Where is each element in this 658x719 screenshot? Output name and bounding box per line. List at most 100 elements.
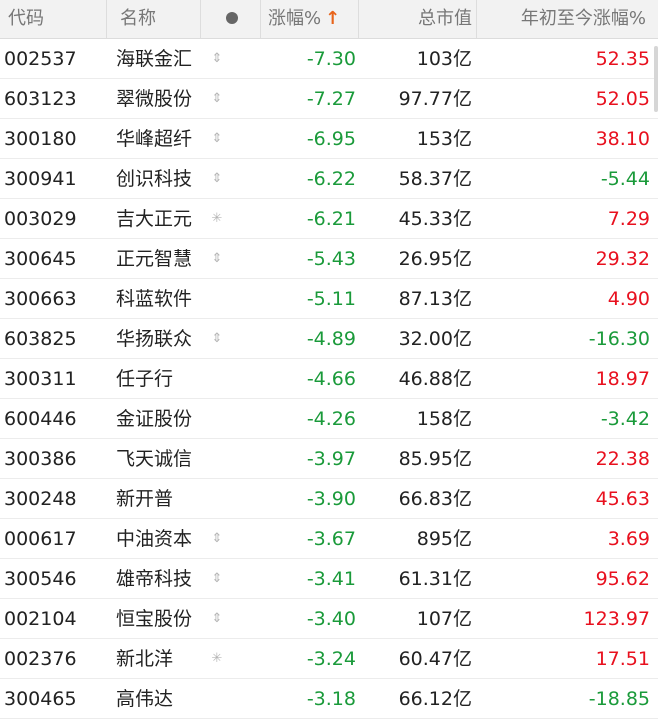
column-header-cap[interactable]: 总市值 bbox=[418, 0, 472, 38]
ytd-change-percent: 17.51 bbox=[595, 648, 650, 670]
ytd-change-percent: 7.29 bbox=[607, 208, 650, 230]
market-cap: 153亿 bbox=[416, 128, 472, 150]
market-cap: 45.33亿 bbox=[398, 208, 472, 230]
stock-code: 300386 bbox=[4, 448, 77, 470]
stock-name: 金证股份 bbox=[116, 408, 193, 430]
ytd-change-percent: 4.90 bbox=[607, 288, 650, 310]
market-cap: 58.37亿 bbox=[398, 168, 472, 190]
ytd-change-percent: 18.97 bbox=[595, 368, 650, 390]
table-row[interactable]: 002537 海联金汇 ⇕ -7.30 103亿 52.35 bbox=[0, 39, 658, 79]
table-row[interactable]: 300645 正元智慧 ⇕ -5.43 26.95亿 29.32 bbox=[0, 239, 658, 279]
change-percent: -6.21 bbox=[306, 208, 356, 230]
stock-code: 600446 bbox=[4, 408, 77, 430]
stock-name: 飞天诚信 bbox=[116, 448, 193, 470]
change-percent: -3.67 bbox=[306, 528, 356, 550]
change-percent: -6.95 bbox=[306, 128, 356, 150]
ytd-change-percent: 29.32 bbox=[595, 248, 650, 270]
ytd-change-percent: -16.30 bbox=[588, 328, 650, 350]
updown-arrow-icon: ⇕ bbox=[211, 571, 223, 586]
stock-code: 003029 bbox=[4, 208, 77, 230]
change-percent: -3.90 bbox=[306, 488, 356, 510]
table-row[interactable]: 603825 华扬联众 ⇕ -4.89 32.00亿 -16.30 bbox=[0, 319, 658, 359]
table-body: 002537 海联金汇 ⇕ -7.30 103亿 52.35 603123 翠微股份 ⇕ -7.2… bbox=[0, 39, 658, 719]
table-row[interactable]: 002104 恒宝股份 ⇕ -3.40 107亿 123.97 bbox=[0, 599, 658, 639]
stock-name: 新开普 bbox=[116, 488, 174, 510]
table-row[interactable]: 600446 金证股份 -4.26 158亿 -3.42 bbox=[0, 399, 658, 439]
change-percent: -7.30 bbox=[306, 48, 356, 70]
market-cap: 107亿 bbox=[416, 608, 472, 630]
ytd-change-percent: -5.44 bbox=[600, 168, 650, 190]
updown-arrow-icon: ⇕ bbox=[211, 251, 223, 266]
updown-arrow-icon: ⇕ bbox=[211, 171, 223, 186]
change-percent: -5.43 bbox=[306, 248, 356, 270]
market-cap: 46.88亿 bbox=[398, 368, 472, 390]
market-cap: 895亿 bbox=[416, 528, 472, 550]
column-divider bbox=[106, 0, 107, 38]
column-header-name-label: 名称 bbox=[120, 8, 156, 29]
ytd-change-percent: 52.05 bbox=[595, 88, 650, 110]
change-percent: -4.66 bbox=[306, 368, 356, 390]
stock-code: 300311 bbox=[4, 368, 77, 390]
market-cap: 158亿 bbox=[416, 408, 472, 430]
column-header-ytd[interactable]: 年初至今涨幅% bbox=[521, 0, 646, 38]
table-row[interactable]: 300465 高伟达 -3.18 66.12亿 -18.85 bbox=[0, 679, 658, 719]
table-row[interactable]: 003029 吉大正元 ✳ -6.21 45.33亿 7.29 bbox=[0, 199, 658, 239]
updown-arrow-icon: ⇕ bbox=[211, 91, 223, 106]
table-row[interactable]: 000617 中油资本 ⇕ -3.67 895亿 3.69 bbox=[0, 519, 658, 559]
table-row[interactable]: 300386 飞天诚信 -3.97 85.95亿 22.38 bbox=[0, 439, 658, 479]
column-divider bbox=[476, 0, 477, 38]
stock-name: 华扬联众 bbox=[116, 328, 193, 350]
table-row[interactable]: 300663 科蓝软件 -5.11 87.13亿 4.90 bbox=[0, 279, 658, 319]
change-percent: -3.24 bbox=[306, 648, 356, 670]
table-row[interactable]: 603123 翠微股份 ⇕ -7.27 97.77亿 52.05 bbox=[0, 79, 658, 119]
column-divider bbox=[260, 0, 261, 38]
market-cap: 32.00亿 bbox=[398, 328, 472, 350]
market-cap: 97.77亿 bbox=[398, 88, 472, 110]
ytd-change-percent: 45.63 bbox=[595, 488, 650, 510]
change-percent: -4.26 bbox=[306, 408, 356, 430]
change-percent: -3.40 bbox=[306, 608, 356, 630]
vertical-scrollbar[interactable] bbox=[654, 46, 658, 112]
column-header-flag[interactable] bbox=[226, 0, 238, 38]
stock-name: 海联金汇 bbox=[116, 48, 193, 70]
column-header-change-label: 涨幅% bbox=[268, 8, 322, 29]
market-cap: 60.47亿 bbox=[398, 648, 472, 670]
stock-name: 雄帝科技 bbox=[116, 568, 193, 590]
ytd-change-percent: 52.35 bbox=[595, 48, 650, 70]
market-cap: 85.95亿 bbox=[398, 448, 472, 470]
updown-arrow-icon: ⇕ bbox=[211, 131, 223, 146]
change-percent: -7.27 bbox=[306, 88, 356, 110]
table-row[interactable]: 300248 新开普 -3.90 66.83亿 45.63 bbox=[0, 479, 658, 519]
table-header: 代码 名称 涨幅% ↑ 总市值 年初至今涨幅% bbox=[0, 0, 658, 39]
stock-code: 002104 bbox=[4, 608, 77, 630]
empty-flag bbox=[206, 399, 228, 438]
sort-ascending-icon: ↑ bbox=[325, 8, 341, 29]
change-percent: -3.41 bbox=[306, 568, 356, 590]
table-row[interactable]: 300546 雄帝科技 ⇕ -3.41 61.31亿 95.62 bbox=[0, 559, 658, 599]
change-percent: -3.97 bbox=[306, 448, 356, 470]
table-row[interactable]: 002376 新北洋 ✳ -3.24 60.47亿 17.51 bbox=[0, 639, 658, 679]
ytd-change-percent: 22.38 bbox=[595, 448, 650, 470]
column-header-code[interactable]: 代码 bbox=[8, 0, 44, 38]
change-percent: -4.89 bbox=[306, 328, 356, 350]
stock-code: 002537 bbox=[4, 48, 77, 70]
column-header-cap-label: 总市值 bbox=[418, 8, 472, 29]
market-cap: 87.13亿 bbox=[398, 288, 472, 310]
stock-code: 300663 bbox=[4, 288, 77, 310]
column-header-code-label: 代码 bbox=[8, 8, 44, 29]
column-header-change[interactable]: 涨幅% ↑ bbox=[268, 0, 340, 38]
stock-code: 300180 bbox=[4, 128, 77, 150]
column-header-name[interactable]: 名称 bbox=[120, 0, 156, 38]
ytd-change-percent: 95.62 bbox=[595, 568, 650, 590]
table-row[interactable]: 300180 华峰超纤 ⇕ -6.95 153亿 38.10 bbox=[0, 119, 658, 159]
stock-name: 中油资本 bbox=[116, 528, 193, 550]
empty-flag bbox=[206, 479, 228, 518]
asterisk-icon: ✳ bbox=[211, 211, 223, 226]
table-row[interactable]: 300941 创识科技 ⇕ -6.22 58.37亿 -5.44 bbox=[0, 159, 658, 199]
column-divider bbox=[200, 0, 201, 38]
empty-flag bbox=[206, 279, 228, 318]
market-cap: 66.83亿 bbox=[398, 488, 472, 510]
stock-code: 603123 bbox=[4, 88, 77, 110]
ytd-change-percent: 3.69 bbox=[607, 528, 650, 550]
table-row[interactable]: 300311 任子行 -4.66 46.88亿 18.97 bbox=[0, 359, 658, 399]
